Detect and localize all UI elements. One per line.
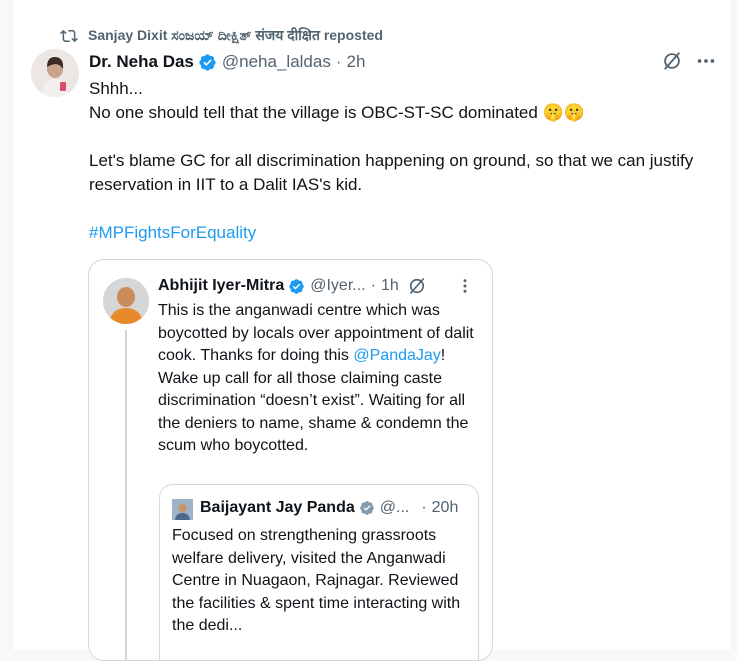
quoted-post-timestamp[interactable]: 1h: [381, 277, 399, 295]
verified-badge-icon[interactable]: [198, 53, 217, 72]
separator-dot: ·: [421, 499, 427, 516]
post-line: Shhh...: [89, 79, 143, 98]
quoted-author-avatar[interactable]: [103, 278, 149, 324]
repost-label: Sanjay Dixit ಸಂಜಯ್ ದೀಕ್ಷಿತ್ संजय दीक्षित…: [88, 27, 383, 43]
author-name[interactable]: Dr. Neha Das: [89, 52, 194, 72]
nested-author-handle[interactable]: @...: [380, 499, 410, 517]
more-icon[interactable]: [456, 277, 474, 295]
author-handle[interactable]: @neha_laldas: [222, 52, 331, 72]
nested-post-timestamp[interactable]: 20h: [432, 499, 459, 517]
verified-badge-icon[interactable]: [359, 500, 375, 516]
post-header: Dr. Neha Das @neha_laldas · 2h: [89, 50, 717, 74]
avatar-image: [103, 278, 149, 324]
separator-dot: ·: [370, 277, 376, 294]
mention-link[interactable]: @PandaJay: [353, 347, 440, 364]
nested-post-header: Baijayant Jay Panda @... · 20h: [200, 496, 466, 520]
repost-context[interactable]: Sanjay Dixit ಸಂಜಯ್ ದೀಕ್ಷಿತ್ संजय दीक्षित…: [60, 26, 383, 45]
nested-author-name[interactable]: Baijayant Jay Panda: [200, 499, 355, 517]
hashtag-link[interactable]: #MPFightsForEquality: [89, 223, 256, 242]
avatar-image: [172, 499, 193, 520]
post-line: Let's blame GC for all discrimination ha…: [89, 151, 694, 194]
post-timestamp[interactable]: 2h: [347, 52, 366, 72]
quoted-post-text: This is the anganwadi centre which was b…: [158, 300, 478, 458]
grok-icon[interactable]: [407, 276, 427, 296]
verified-badge-icon[interactable]: [288, 278, 305, 295]
grok-icon[interactable]: [661, 50, 683, 72]
thread-connector-line: [125, 330, 127, 660]
nested-author-avatar[interactable]: [172, 499, 193, 520]
separator-dot: ·: [335, 52, 342, 71]
avatar-image: [31, 49, 79, 97]
post-line: [89, 197, 709, 221]
post-line: [89, 125, 709, 149]
repost-icon: [60, 29, 78, 42]
post-line: No one should tell that the village is O…: [89, 103, 585, 122]
quoted-post[interactable]: Abhijit Iyer-Mitra @Iyer... · 1h This is…: [88, 259, 493, 661]
post-text: Shhh... No one should tell that the vill…: [89, 77, 709, 245]
nested-quoted-post[interactable]: Baijayant Jay Panda @... · 20h Focused o…: [159, 484, 479, 660]
quoted-post-header: Abhijit Iyer-Mitra @Iyer... · 1h: [158, 274, 478, 298]
nested-post-text: Focused on strengthening grassroots welf…: [172, 527, 461, 634]
author-avatar[interactable]: [31, 49, 79, 97]
quoted-author-handle[interactable]: @Iyer...: [310, 277, 365, 295]
more-icon[interactable]: [695, 50, 717, 72]
header-actions: [661, 50, 717, 72]
quoted-author-name[interactable]: Abhijit Iyer-Mitra: [158, 277, 284, 295]
